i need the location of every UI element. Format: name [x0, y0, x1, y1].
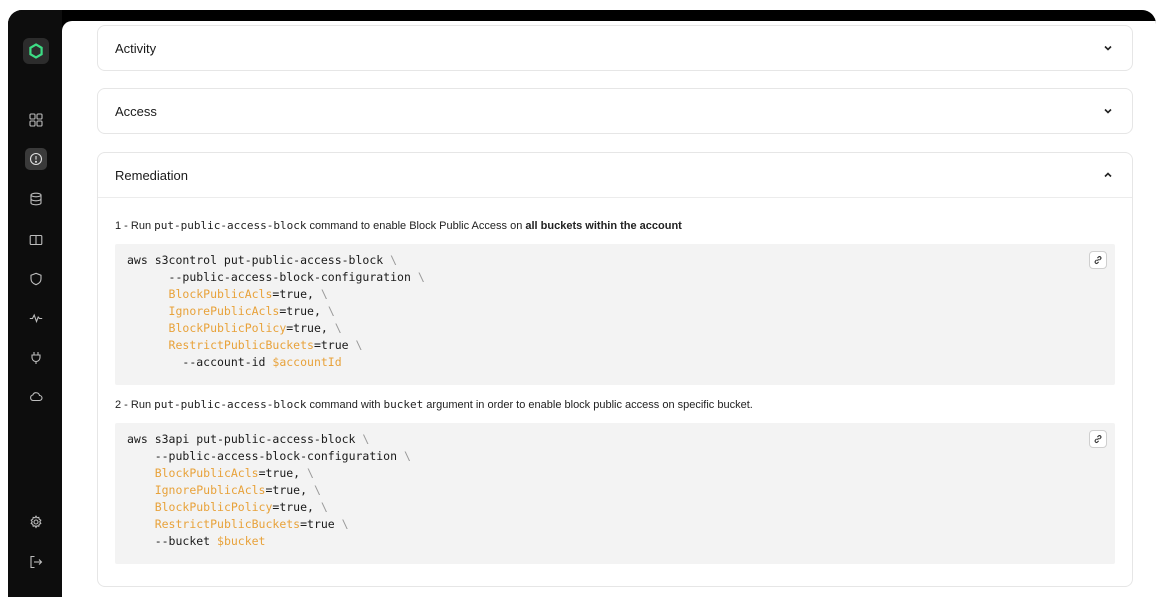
logout-icon[interactable]	[25, 551, 47, 573]
activity-panel: Activity	[97, 25, 1133, 71]
plug-icon[interactable]	[25, 347, 47, 369]
access-title: Access	[115, 103, 157, 119]
access-header[interactable]: Access	[98, 89, 1132, 133]
shield-icon[interactable]	[25, 268, 47, 290]
chevron-down-icon[interactable]	[1102, 42, 1114, 54]
copy-link-button[interactable]	[1089, 430, 1107, 448]
settings-icon[interactable]	[25, 511, 47, 533]
activity-icon[interactable]	[25, 307, 47, 329]
code-block-account: aws s3control put-public-access-block \ …	[115, 244, 1115, 385]
remediation-panel: Remediation 1 - Run put-public-access-bl…	[97, 152, 1133, 587]
remediation-header[interactable]: Remediation	[98, 153, 1132, 197]
alert-icon[interactable]	[25, 148, 47, 170]
divider	[98, 197, 1132, 198]
sidebar	[8, 10, 62, 597]
cloud-icon[interactable]	[25, 386, 47, 408]
link-icon	[1094, 435, 1102, 443]
activity-header[interactable]: Activity	[98, 26, 1132, 70]
copy-link-button[interactable]	[1089, 251, 1107, 269]
chevron-down-icon[interactable]	[1102, 105, 1114, 117]
chevron-up-icon[interactable]	[1102, 169, 1114, 181]
step-1-text: 1 - Run put-public-access-block command …	[115, 219, 682, 232]
remediation-body: 1 - Run put-public-access-block command …	[98, 218, 1132, 564]
logo-icon[interactable]	[23, 38, 49, 64]
access-panel: Access	[97, 88, 1133, 134]
database-icon[interactable]	[25, 188, 47, 210]
remediation-title: Remediation	[115, 167, 188, 183]
activity-title: Activity	[115, 40, 157, 56]
book-icon[interactable]	[25, 229, 47, 251]
link-icon	[1094, 256, 1102, 264]
step-2-text: 2 - Run put-public-access-block command …	[115, 398, 753, 411]
code-block-bucket: aws s3api put-public-access-block \ --pu…	[115, 423, 1115, 564]
main-content: Activity Access Remediation 1 - Run put-…	[62, 21, 1156, 597]
app-window: Activity Access Remediation 1 - Run put-…	[8, 10, 1156, 597]
dashboard-icon[interactable]	[25, 109, 47, 131]
